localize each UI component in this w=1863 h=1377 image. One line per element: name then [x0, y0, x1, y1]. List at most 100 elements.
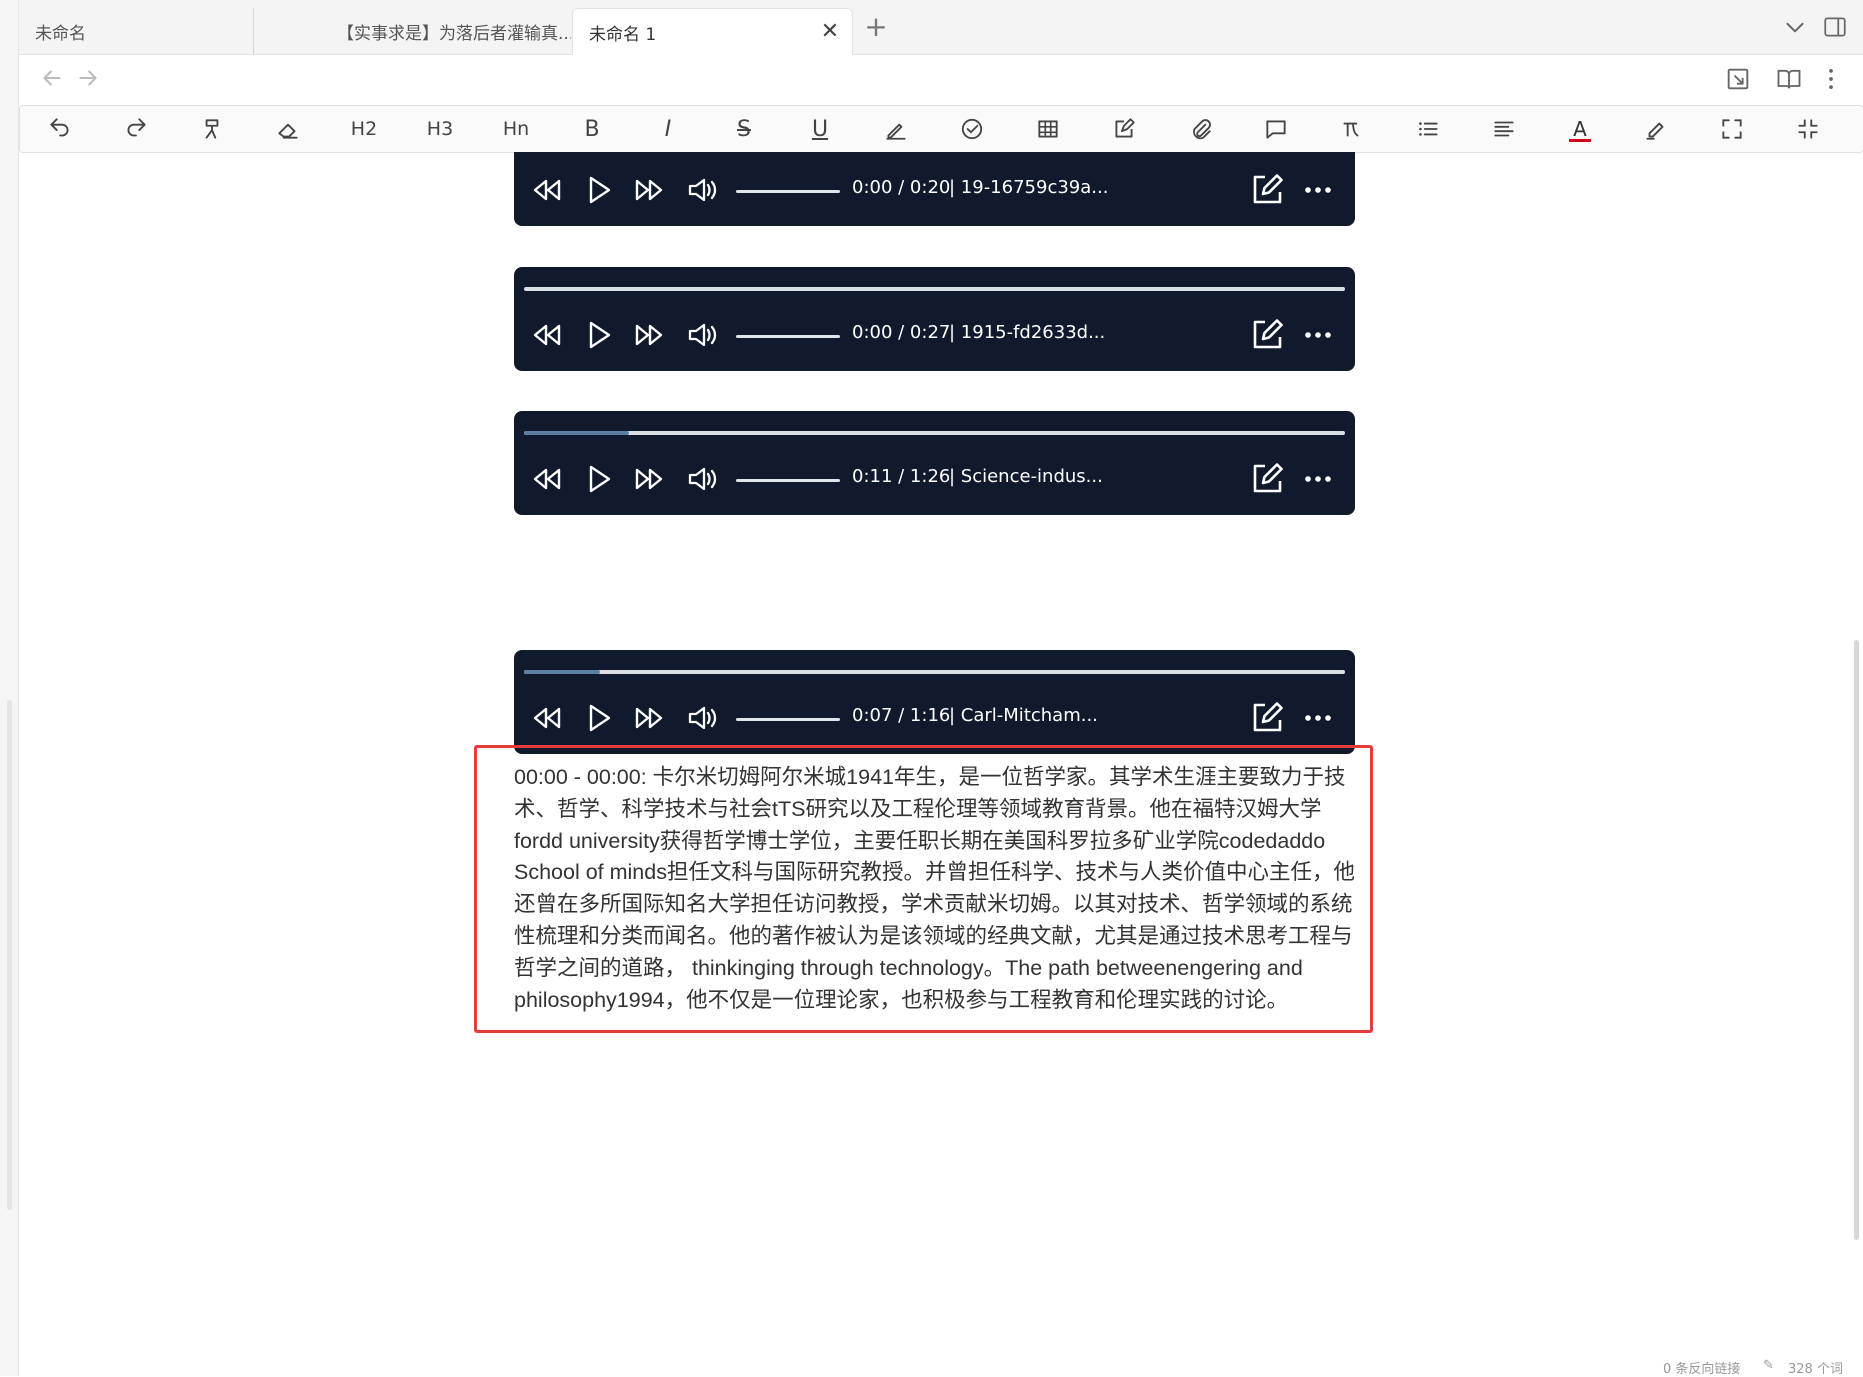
align-icon[interactable]	[1484, 111, 1524, 147]
back-arrow-icon[interactable]	[39, 65, 65, 91]
comment-icon[interactable]	[1256, 111, 1296, 147]
time-display: 0:00 / 0:20	[852, 177, 951, 198]
edit-box-icon[interactable]	[1104, 111, 1144, 147]
rewind-icon[interactable]	[530, 462, 564, 496]
progress-bar[interactable]	[524, 287, 1345, 291]
fast-forward-icon[interactable]	[632, 173, 666, 207]
word-count: 328 个词	[1788, 1362, 1843, 1377]
check-circle-icon[interactable]	[952, 111, 992, 147]
eraser-icon[interactable]	[268, 111, 308, 147]
edit-icon[interactable]	[1249, 700, 1285, 736]
tab-untitled[interactable]: 未命名	[19, 8, 254, 54]
heading-n-button[interactable]: Hn	[496, 111, 536, 147]
reading-mode-icon[interactable]	[1775, 65, 1803, 93]
font-color-label: A	[1573, 116, 1587, 141]
status-bar: 0 条反向链接 ✎ 328 个词	[1663, 1354, 1863, 1377]
more-icon[interactable]	[1300, 700, 1336, 736]
scrollbar[interactable]	[1854, 640, 1859, 1240]
tab-untitled-1[interactable]: 未命名 1 ✕	[572, 8, 853, 55]
undo-icon[interactable]	[40, 111, 80, 147]
volume-icon[interactable]	[686, 173, 720, 207]
play-icon[interactable]	[582, 462, 616, 496]
table-icon[interactable]	[1028, 111, 1068, 147]
volume-icon[interactable]	[686, 318, 720, 352]
left-sidebar-strip	[0, 0, 19, 1376]
volume-slider[interactable]	[736, 479, 840, 482]
progress-bar[interactable]	[524, 431, 1345, 435]
backlinks-count[interactable]: 0 条反向链接	[1663, 1358, 1740, 1377]
audio-player: 0:11 / 1:26 | Science-indus...	[514, 411, 1355, 515]
more-icon[interactable]	[1300, 172, 1336, 208]
file-name: | Carl-Mitcham...	[949, 705, 1098, 726]
more-icon[interactable]	[1300, 461, 1336, 497]
close-icon[interactable]: ✕	[818, 20, 842, 44]
heading-3-button[interactable]: H3	[420, 111, 460, 147]
file-name: | Science-indus...	[949, 466, 1103, 487]
play-icon[interactable]	[582, 701, 616, 735]
list-icon[interactable]	[1408, 111, 1448, 147]
edit-icon[interactable]	[1249, 317, 1285, 353]
attachment-icon[interactable]	[1180, 111, 1220, 147]
math-formula-icon[interactable]	[1332, 111, 1372, 147]
file-name: | 19-16759c39a...	[949, 177, 1109, 198]
volume-slider[interactable]	[736, 190, 840, 193]
progress-fill	[524, 670, 600, 674]
rewind-icon[interactable]	[530, 173, 564, 207]
fullscreen-icon[interactable]	[1712, 111, 1752, 147]
pen-status-icon: ✎	[1763, 1358, 1774, 1373]
audio-player: 0:00 / 0:27 | 1915-fd2633d...	[514, 267, 1355, 371]
progress-bar[interactable]	[524, 670, 1345, 674]
time-display: 0:11 / 1:26	[852, 466, 951, 487]
formatting-toolbar: H2 H3 Hn B I S U A	[19, 105, 1863, 153]
player-controls: 0:00 / 0:20 | 19-16759c39a...	[514, 152, 1355, 226]
transcript-text[interactable]: 00:00 - 00:00: 卡尔米切姆阿尔米城1941年生，是一位哲学家。其学…	[514, 762, 1359, 1016]
edit-icon[interactable]	[1249, 461, 1285, 497]
more-icon[interactable]	[1300, 317, 1336, 353]
rewind-icon[interactable]	[530, 701, 564, 735]
sidebar-toggle-icon[interactable]	[1822, 14, 1848, 40]
font-color-swatch	[1569, 138, 1591, 142]
navigation-row	[19, 55, 1863, 101]
bold-button[interactable]: B	[572, 111, 612, 147]
volume-slider[interactable]	[736, 335, 840, 338]
tab-label: 【实事求是】为落后者灌输真...	[337, 23, 571, 44]
time-display: 0:00 / 0:27	[852, 322, 951, 343]
chevron-down-icon[interactable]	[1782, 14, 1808, 40]
volume-icon[interactable]	[686, 701, 720, 735]
tab-label: 未命名	[35, 23, 86, 44]
strikethrough-button[interactable]: S	[724, 111, 764, 147]
volume-slider[interactable]	[736, 718, 840, 721]
more-options-icon[interactable]	[1817, 65, 1845, 93]
audio-player: 0:07 / 1:16 | Carl-Mitcham...	[514, 650, 1355, 754]
export-icon[interactable]	[1724, 65, 1752, 93]
time-display: 0:07 / 1:16	[852, 705, 951, 726]
sidebar-scroll-handle[interactable]	[7, 700, 12, 1210]
highlighter-icon[interactable]	[1636, 111, 1676, 147]
heading-2-button[interactable]: H2	[344, 111, 384, 147]
play-icon[interactable]	[582, 318, 616, 352]
font-color-button[interactable]: A	[1560, 111, 1600, 147]
tab-label: 未命名 1	[589, 24, 657, 45]
format-painter-icon[interactable]	[192, 111, 232, 147]
underline-button[interactable]: U	[800, 111, 840, 147]
tab-bar: 未命名 【实事求是】为落后者灌输真... 未命名 1 ✕ +	[19, 0, 1863, 55]
add-tab-button[interactable]: +	[861, 12, 891, 42]
redo-icon[interactable]	[116, 111, 156, 147]
collapse-icon[interactable]	[1788, 111, 1828, 147]
fast-forward-icon[interactable]	[632, 701, 666, 735]
forward-arrow-icon[interactable]	[75, 65, 101, 91]
rewind-icon[interactable]	[530, 318, 564, 352]
play-icon[interactable]	[582, 173, 616, 207]
progress-fill	[524, 431, 630, 435]
player-controls: 0:00 / 0:27 | 1915-fd2633d...	[514, 297, 1355, 371]
edit-icon[interactable]	[1249, 172, 1285, 208]
fast-forward-icon[interactable]	[632, 462, 666, 496]
italic-button[interactable]: I	[648, 111, 688, 147]
volume-icon[interactable]	[686, 462, 720, 496]
player-controls: 0:11 / 1:26 | Science-indus...	[514, 441, 1355, 515]
file-name: | 1915-fd2633d...	[949, 322, 1106, 343]
audio-player: 0:00 / 0:20 | 19-16759c39a...	[514, 152, 1355, 226]
fast-forward-icon[interactable]	[632, 318, 666, 352]
pen-icon[interactable]	[876, 111, 916, 147]
tab-article[interactable]: 【实事求是】为落后者灌输真...	[321, 8, 571, 54]
